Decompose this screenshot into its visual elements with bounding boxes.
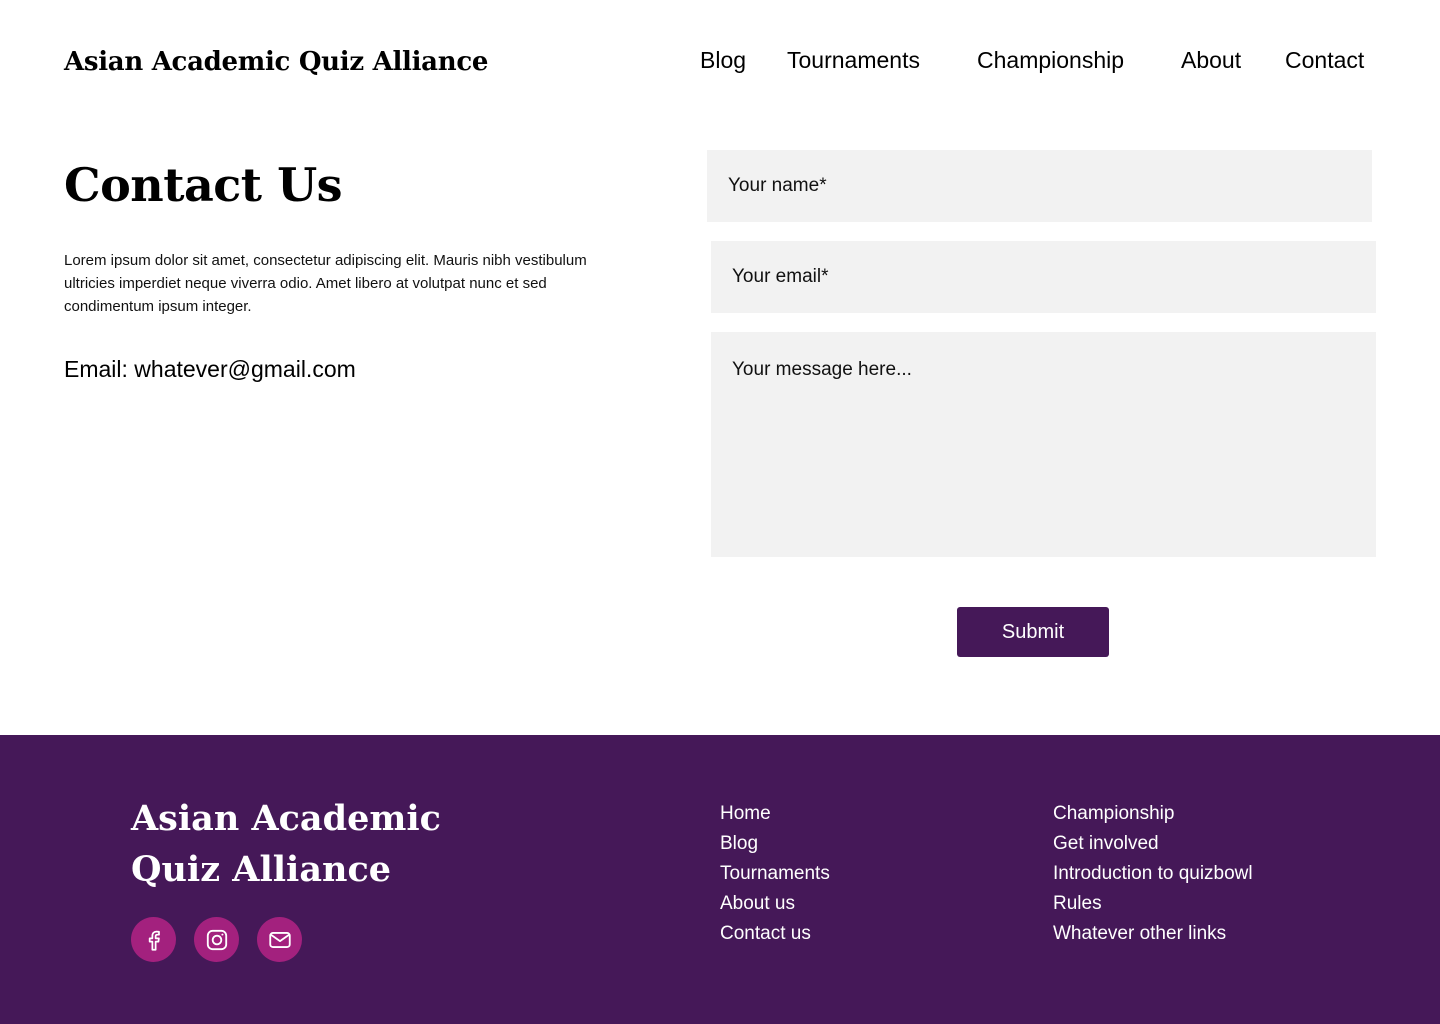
list-item: Get involved bbox=[1053, 833, 1253, 863]
facebook-icon[interactable] bbox=[131, 917, 176, 962]
footer-brand-line2: Quiz Alliance bbox=[131, 849, 392, 890]
footer-brand-line1: Asian Academic bbox=[131, 798, 441, 839]
footer-link-get-involved[interactable]: Get involved bbox=[1053, 833, 1159, 854]
facebook-glyph bbox=[148, 930, 160, 951]
footer-link-home[interactable]: Home bbox=[720, 803, 771, 824]
site-logo[interactable]: Asian Academic Quiz Alliance bbox=[64, 47, 488, 77]
footer-link-contact-us[interactable]: Contact us bbox=[720, 923, 811, 944]
contact-email: Email: whatever@gmail.com bbox=[64, 356, 356, 382]
footer-link-tournaments[interactable]: Tournaments bbox=[720, 863, 830, 884]
list-item: Contact us bbox=[720, 923, 830, 953]
envelope-glyph bbox=[268, 931, 291, 948]
list-item: About us bbox=[720, 893, 830, 923]
email-icon[interactable] bbox=[257, 917, 302, 962]
name-field[interactable] bbox=[707, 150, 1372, 222]
instagram-icon[interactable] bbox=[194, 917, 239, 962]
footer-link-about-us[interactable]: About us bbox=[720, 893, 795, 914]
footer-link-other[interactable]: Whatever other links bbox=[1053, 923, 1226, 944]
email-field[interactable] bbox=[711, 241, 1376, 313]
footer-link-rules[interactable]: Rules bbox=[1053, 893, 1102, 914]
footer-links-secondary: Championship Get involved Introduction t… bbox=[1053, 803, 1253, 953]
footer-link-intro-quizbowl[interactable]: Introduction to quizbowl bbox=[1053, 863, 1253, 884]
list-item: Rules bbox=[1053, 893, 1253, 923]
footer-links-primary: Home Blog Tournaments About us Contact u… bbox=[720, 803, 830, 953]
nav-link-tournaments[interactable]: Tournaments bbox=[787, 47, 920, 74]
instagram-glyph bbox=[206, 929, 227, 950]
footer-link-blog[interactable]: Blog bbox=[720, 833, 758, 854]
list-item: Tournaments bbox=[720, 863, 830, 893]
message-field[interactable] bbox=[711, 332, 1376, 557]
nav-link-blog[interactable]: Blog bbox=[700, 47, 746, 74]
footer-logo: Asian Academic Quiz Alliance bbox=[131, 793, 471, 895]
site-footer: Asian Academic Quiz Alliance Home Blog T… bbox=[0, 735, 1440, 1024]
nav-link-championship[interactable]: Championship bbox=[977, 47, 1124, 74]
page-title: Contact Us bbox=[64, 158, 343, 212]
list-item: Introduction to quizbowl bbox=[1053, 863, 1253, 893]
list-item: Home bbox=[720, 803, 830, 833]
list-item: Whatever other links bbox=[1053, 923, 1253, 953]
intro-text: Lorem ipsum dolor sit amet, consectetur … bbox=[64, 252, 587, 315]
submit-button[interactable]: Submit bbox=[957, 607, 1109, 657]
nav-link-about[interactable]: About bbox=[1181, 47, 1241, 74]
nav-link-contact[interactable]: Contact bbox=[1285, 47, 1364, 74]
footer-link-championship[interactable]: Championship bbox=[1053, 803, 1174, 824]
list-item: Blog bbox=[720, 833, 830, 863]
list-item: Championship bbox=[1053, 803, 1253, 833]
